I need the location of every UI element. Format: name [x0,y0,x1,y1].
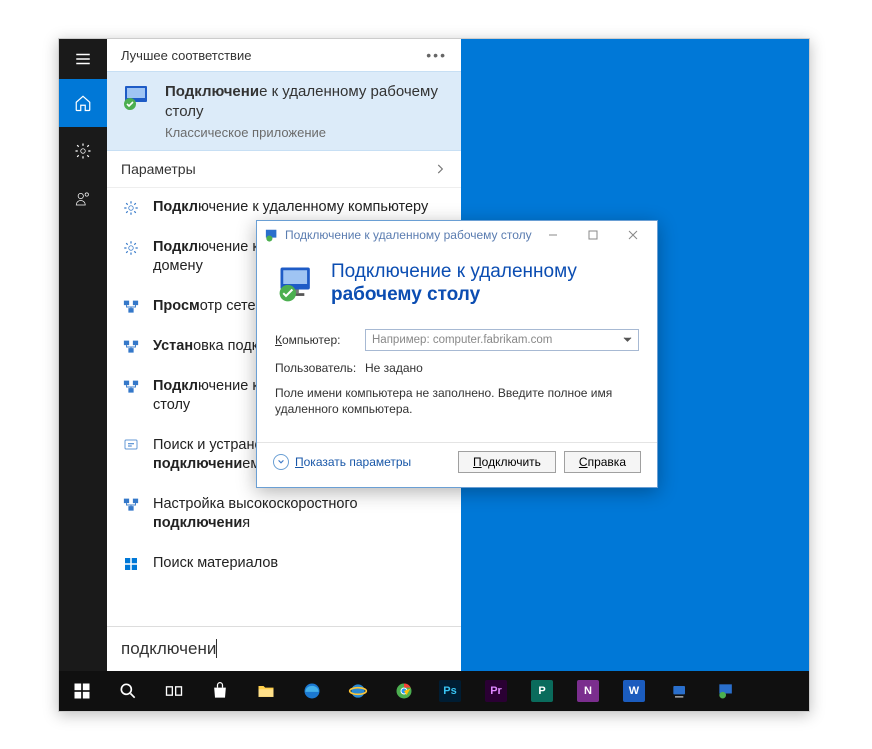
rdc-taskbar-icon[interactable] [703,671,749,711]
banner-line-2: рабочему столу [331,284,577,307]
network-tray-icon[interactable] [657,671,703,711]
chevron-right-icon [433,162,447,176]
user-icon[interactable] [59,175,107,223]
best-match-label: Лучшее соответствие [121,48,251,63]
premiere-icon[interactable]: Pr [473,671,519,711]
gear-icon [121,198,141,218]
computer-input[interactable]: Например: computer.fabrikam.com [365,329,639,351]
computer-label: Компьютер: [275,333,353,347]
best-match-header: Лучшее соответствие ••• [107,39,461,71]
edge-icon[interactable] [289,671,335,711]
publisher-icon[interactable]: P [519,671,565,711]
titlebar[interactable]: Подключение к удаленному рабочему столу [257,221,657,249]
store-icon[interactable] [197,671,243,711]
minimize-button[interactable] [533,222,573,248]
hamburger-icon[interactable] [59,39,107,79]
chrome-icon[interactable] [381,671,427,711]
start-rail [59,39,107,671]
rdc-app-icon [121,82,153,114]
help-button[interactable]: Справка [564,451,641,473]
rdc-dialog: Подключение к удаленному рабочему столу … [256,220,658,488]
parameters-header[interactable]: Параметры [107,151,461,188]
network-icon [121,495,141,515]
best-match-subtitle: Классическое приложение [165,125,447,140]
desktop[interactable]: Лучшее соответствие ••• Подключение к уд… [59,39,809,711]
show-options-toggle[interactable]: Показать параметры [273,454,450,470]
more-icon[interactable]: ••• [426,47,447,63]
banner-line-1: Подключение к удаленному [331,261,577,284]
rdc-banner: Подключение к удаленному рабочему столу [257,249,657,323]
word-icon[interactable]: W [611,671,657,711]
connect-button[interactable]: Подключить [458,451,556,473]
user-value: Не задано [365,361,423,375]
user-label: Пользователь: [275,361,353,375]
onenote-icon[interactable]: N [565,671,611,711]
troubleshoot-icon [121,436,141,456]
photoshop-icon[interactable]: Ps [427,671,473,711]
explorer-icon[interactable] [243,671,289,711]
rdc-banner-icon [275,262,319,306]
list-item-label: Поиск материалов [153,554,278,574]
home-icon[interactable] [59,79,107,127]
search-input[interactable]: подключени [107,626,461,671]
computer-placeholder: Например: computer.fabrikam.com [372,334,552,346]
list-item-label: Настройка высокоскоростного подключения [153,495,447,534]
hint-text: Поле имени компьютера не заполнено. Введ… [275,385,639,419]
network-icon [121,337,141,357]
best-match-title: Подключение к удаленному рабочему столу [165,82,447,123]
chevron-down-icon [623,335,632,344]
task-view-button[interactable] [151,671,197,711]
search-button[interactable] [105,671,151,711]
show-options-label: Показать параметры [295,455,411,469]
start-button[interactable] [59,671,105,711]
network-icon [121,297,141,317]
chevron-down-icon [273,454,289,470]
maximize-button[interactable] [573,222,613,248]
close-button[interactable] [613,222,653,248]
ie-icon[interactable] [335,671,381,711]
gear-icon [121,238,141,258]
best-match-result[interactable]: Подключение к удаленному рабочему столу … [107,71,461,151]
window-title: Подключение к удаленному рабочему столу [285,228,533,242]
network-icon [121,377,141,397]
taskbar: Ps Pr P N W [59,671,809,711]
settings-icon[interactable] [59,127,107,175]
list-item-label: Подключение к удаленному компьютеру [153,198,428,218]
rdc-title-icon [265,228,279,242]
store-icon [121,554,141,574]
list-item[interactable]: Настройка высокоскоростного подключения [107,485,461,544]
list-item[interactable]: Поиск материалов [107,544,461,584]
